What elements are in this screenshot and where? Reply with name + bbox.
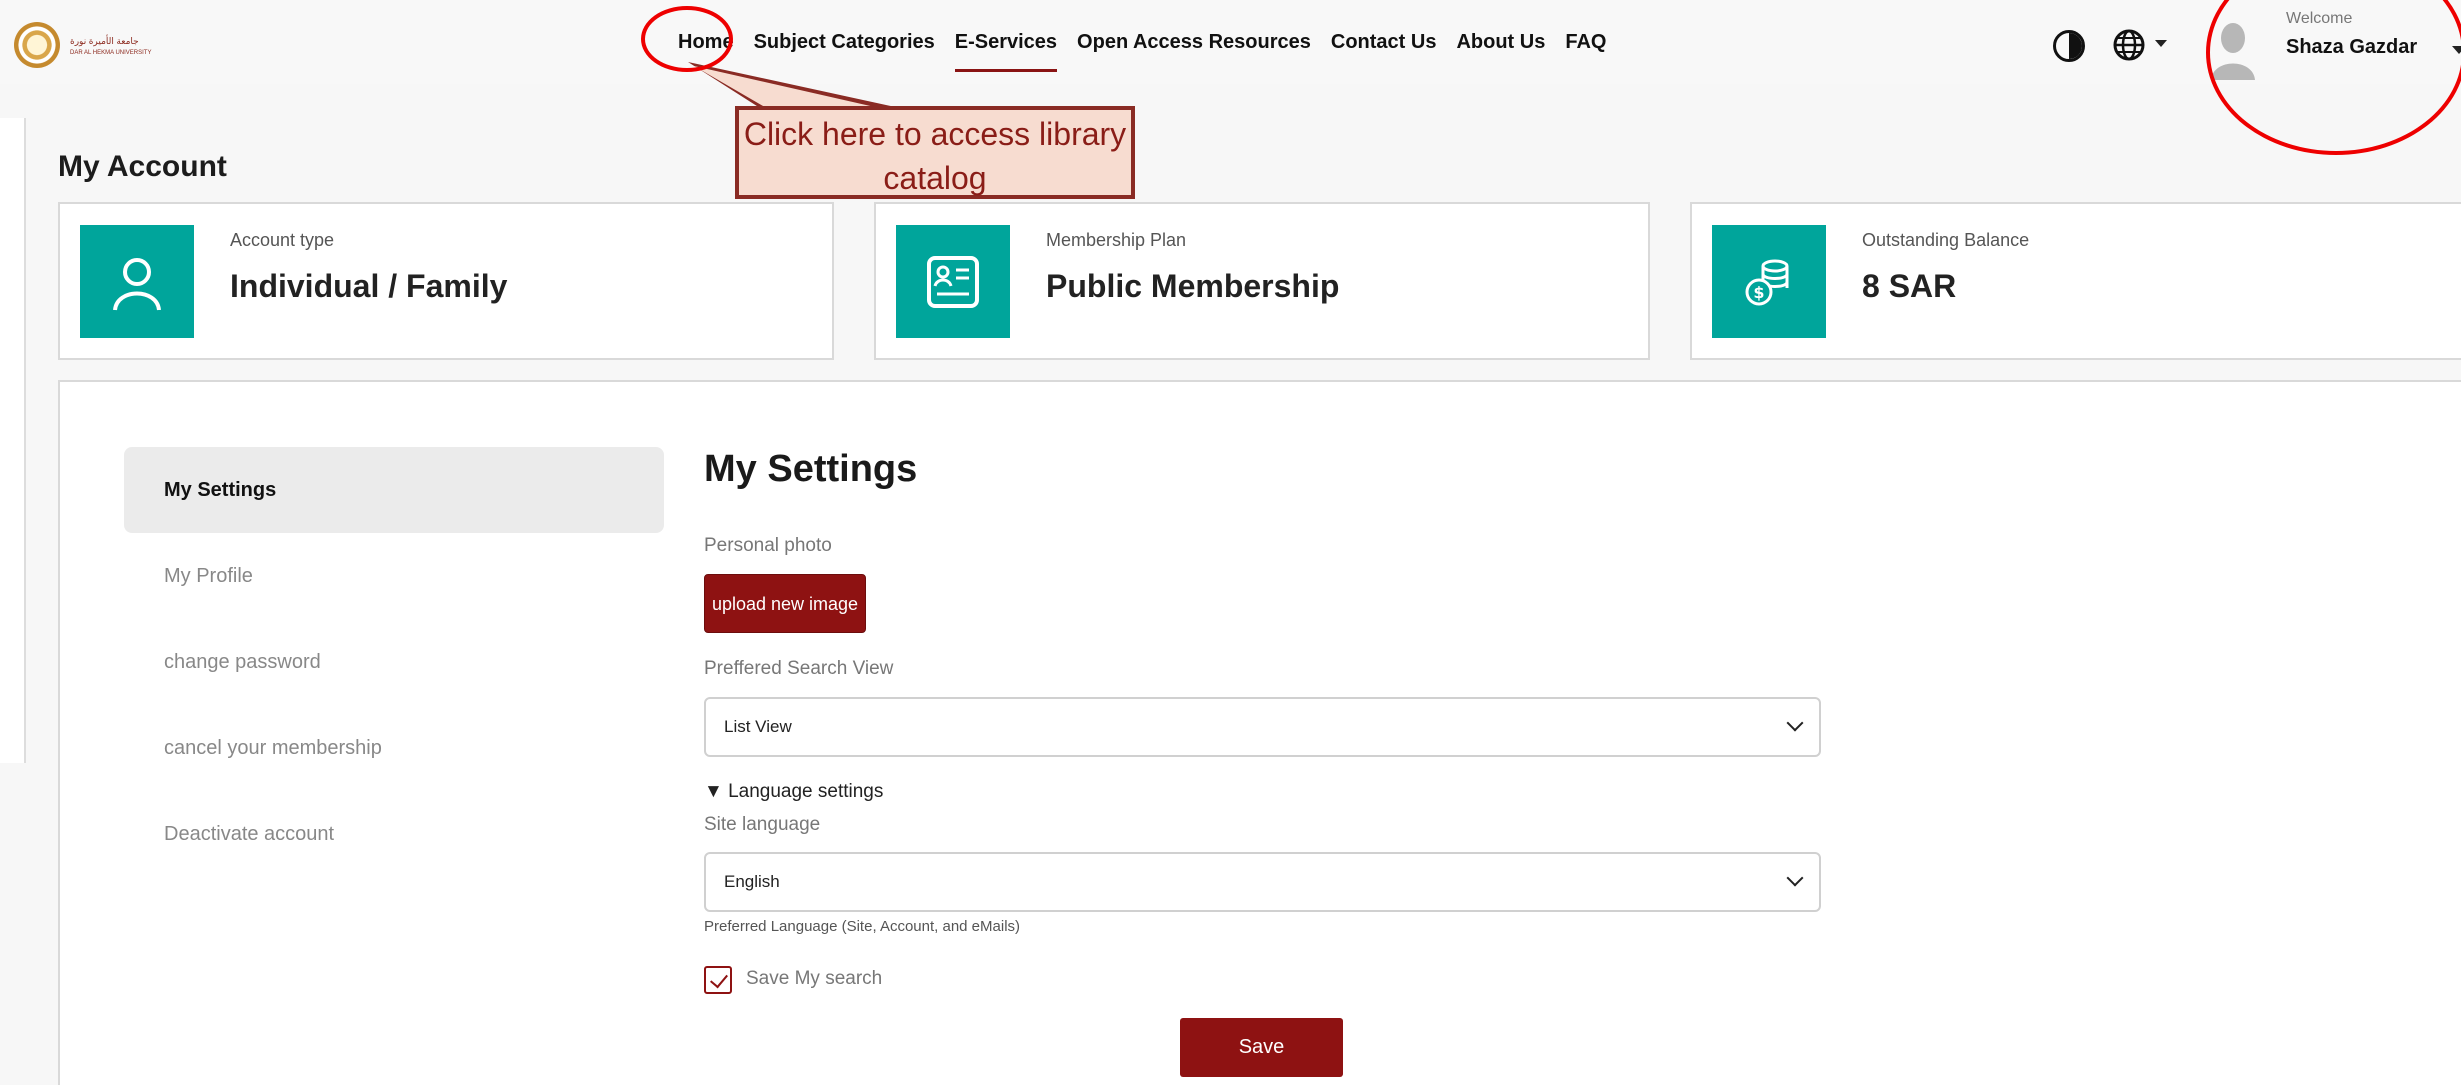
site-language-label: Site language [704,814,821,835]
card-value: Individual / Family [230,268,508,304]
id-card-icon-tile [896,225,1010,338]
chevron-down-icon [1786,869,1804,887]
page-title: My Account [58,150,227,183]
sidebar-item-change-password[interactable]: change password [124,619,664,705]
language-settings-toggle[interactable]: ▼ Language settings [704,781,883,803]
coins-icon-tile: $ [1712,225,1826,338]
membership-plan-card: Membership Plan Public Membership [874,202,1650,360]
language-hint: Preferred Language (Site, Account, and e… [704,918,1021,935]
site-language-value: English [724,872,780,891]
main-nav: Home Subject Categories E-Services Open … [668,28,1616,72]
highlight-ring-user [2206,0,2461,155]
language-dropdown-caret-icon[interactable] [2155,40,2167,47]
user-icon-tile [80,225,194,338]
site-language-select[interactable]: English [704,852,1821,912]
nav-faq[interactable]: FAQ [1555,28,1616,62]
account-type-card: Account type Individual / Family [58,202,834,360]
card-label: Membership Plan [1046,230,1187,250]
annotation-callout: Click here to access library catalog [735,106,1135,199]
save-search-label: Save My search [746,968,883,989]
nav-contact-us[interactable]: Contact Us [1321,28,1447,62]
search-view-label: Preffered Search View [704,658,894,679]
sidebar-item-my-profile[interactable]: My Profile [124,533,664,619]
card-label: Outstanding Balance [1862,230,2030,250]
search-view-value: List View [724,717,792,736]
sidebar-item-cancel-membership[interactable]: cancel your membership [124,705,664,791]
logo-text: جامعة الأميرة نورة [70,36,139,46]
globe-icon[interactable] [2112,28,2146,62]
outstanding-balance-card: $ Outstanding Balance 8 SAR [1690,202,2461,360]
coins-icon: $ [1745,259,1789,306]
id-card-icon [927,256,979,308]
contrast-icon[interactable] [2053,30,2085,62]
sidebar-item-deactivate-account[interactable]: Deactivate account [124,791,664,877]
highlight-ring-home [641,6,733,72]
card-label: Account type [230,230,335,250]
save-search-checkbox[interactable] [704,966,732,994]
svg-text:$: $ [1753,283,1764,302]
personal-photo-label: Personal photo [704,535,832,556]
left-panel-edge [0,118,26,763]
nav-e-services[interactable]: E-Services [945,28,1067,72]
nav-open-access[interactable]: Open Access Resources [1067,28,1321,62]
card-value: 8 SAR [1862,268,1957,304]
search-view-select[interactable]: List View [704,697,1821,757]
university-logo[interactable] [14,22,60,68]
settings-title: My Settings [704,448,918,490]
upload-image-button[interactable]: upload new image [704,574,866,633]
sidebar-item-my-settings[interactable]: My Settings [124,447,664,533]
save-button[interactable]: Save [1180,1018,1343,1077]
chevron-down-icon [1786,714,1804,732]
user-icon [113,258,161,311]
nav-about-us[interactable]: About Us [1446,28,1555,62]
logo-subtext: DAR AL HEKMA UNIVERSITY [70,50,152,56]
nav-subject-categories[interactable]: Subject Categories [744,28,945,62]
card-value: Public Membership [1046,268,1340,304]
